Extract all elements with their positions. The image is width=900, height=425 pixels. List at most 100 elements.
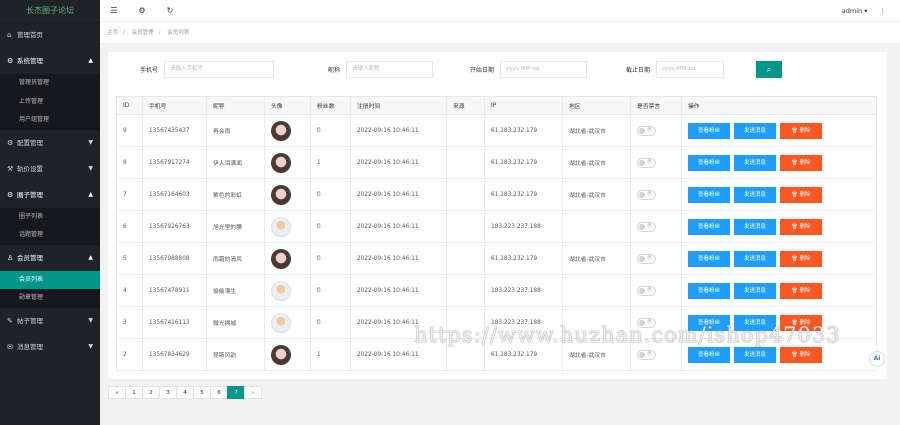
- ai-assistant-button[interactable]: Ai: [869, 351, 885, 367]
- send-message-button[interactable]: 发送消息: [734, 282, 776, 299]
- sidebar-item-1[interactable]: ⚙ 系统管理 ▲: [0, 48, 100, 74]
- mute-toggle[interactable]: 否: [637, 125, 656, 136]
- cell-nick: 昆斯风韵: [206, 338, 265, 371]
- chevron-down-icon[interactable]: ▾: [862, 7, 867, 15]
- view-fans-button[interactable]: 查看粉丝: [688, 346, 730, 363]
- page-button[interactable]: 6: [210, 386, 228, 399]
- view-fans-button[interactable]: 查看粉丝: [688, 282, 730, 299]
- actions-cell: 查看粉丝 发送消息 🗑 删除: [681, 210, 877, 243]
- cell-region: 湖北省-武汉市: [562, 114, 631, 147]
- cell-time: 2022-09-16 10:46:11: [350, 274, 447, 307]
- mute-toggle[interactable]: 否: [637, 285, 656, 296]
- table-row: 9 13567435437 再会雨 0 2022-09-16 10:46:11 61.18…: [116, 114, 877, 147]
- chevron-down-icon: ▼: [88, 138, 93, 146]
- column-header: 昵称: [206, 96, 265, 115]
- cell-id: 6: [116, 210, 143, 243]
- next-page-button[interactable]: ›: [244, 386, 262, 399]
- sidebar-item-3[interactable]: ⚒ 轨价设置 ▼: [0, 156, 100, 182]
- sidebar-item-7[interactable]: ✉ 消息管理 ▼: [0, 334, 100, 360]
- sidebar-item-0[interactable]: ⌂ 管理首页: [0, 22, 100, 48]
- cell-id: 3: [116, 306, 143, 339]
- cell-id: 8: [116, 146, 143, 179]
- send-message-button[interactable]: 发送消息: [734, 250, 776, 267]
- page-button[interactable]: 2: [142, 386, 160, 399]
- gear-icon: ⚙: [7, 138, 14, 147]
- send-message-button[interactable]: 发送消息: [734, 122, 776, 139]
- mute-toggle[interactable]: 否: [637, 221, 656, 232]
- delete-button[interactable]: 🗑 删除: [780, 346, 822, 363]
- sidebar-item-label: 系统管理: [17, 57, 43, 65]
- column-header: 粉丝数: [310, 96, 351, 115]
- breadcrumb-section[interactable]: 会员管理: [132, 30, 154, 36]
- send-message-button[interactable]: 发送消息: [734, 218, 776, 235]
- view-fans-button[interactable]: 查看粉丝: [688, 122, 730, 139]
- start-date-label: 开始日期: [469, 66, 494, 74]
- sidebar-item-5[interactable]: ♙ 会员管理 ▲: [0, 245, 100, 271]
- delete-button[interactable]: 🗑 删除: [780, 250, 822, 267]
- page-button[interactable]: 3: [159, 386, 177, 399]
- send-message-button[interactable]: 发送消息: [734, 346, 776, 363]
- send-message-button[interactable]: 发送消息: [734, 186, 776, 203]
- sidebar-item-2[interactable]: ⚙ 配置管理 ▼: [0, 130, 100, 156]
- view-fans-button[interactable]: 查看粉丝: [688, 186, 730, 203]
- prev-page-button[interactable]: «: [108, 386, 126, 399]
- sidebar-subitem[interactable]: 话题管理: [0, 226, 100, 245]
- refresh-icon[interactable]: ↻: [156, 6, 184, 15]
- home-icon: ⌂: [7, 31, 12, 39]
- view-fans-button[interactable]: 查看粉丝: [688, 218, 730, 235]
- page-button[interactable]: 1: [125, 386, 143, 399]
- sidebar-subitem[interactable]: 上传管理: [0, 93, 100, 112]
- mute-toggle[interactable]: 否: [637, 189, 656, 200]
- delete-button[interactable]: 🗑 删除: [780, 218, 822, 235]
- mute-toggle[interactable]: 否: [637, 253, 656, 264]
- send-message-button[interactable]: 发送消息: [734, 154, 776, 171]
- page-button[interactable]: 5: [193, 386, 211, 399]
- sidebar-subitem[interactable]: 用户组管理: [0, 111, 100, 130]
- avatar: [271, 120, 291, 141]
- settings-icon[interactable]: ⚙: [128, 6, 156, 15]
- sidebar-item-label: 圈子管理: [17, 190, 43, 199]
- app-title: 长杰圈子论坛: [0, 0, 100, 22]
- table-row: 7 13567164603 紫色的彩虹 0 2022-09-16 10:46:11 61.…: [116, 178, 877, 211]
- delete-button[interactable]: 🗑 删除: [780, 282, 822, 299]
- phone-input[interactable]: 请输入手机号: [164, 60, 274, 78]
- mute-toggle[interactable]: 否: [637, 349, 656, 360]
- chevron-down-icon: ▼: [88, 164, 93, 172]
- user-menu: admin ▾ ⋮: [842, 7, 900, 15]
- cell-phone: 13567917274: [142, 146, 207, 179]
- end-date-label: 截止日期: [625, 66, 650, 74]
- mute-cell: 否: [630, 242, 682, 275]
- delete-button[interactable]: 🗑 删除: [780, 154, 822, 171]
- cell-id: 4: [116, 274, 143, 307]
- end-date-input[interactable]: yyyy-MM-dd: [656, 60, 724, 78]
- menu-toggle-icon[interactable]: ☰: [100, 6, 128, 15]
- sidebar-item-6[interactable]: ✎ 帖子管理 ▼: [0, 308, 100, 334]
- sidebar-submenu: 圈子列表 话题管理: [0, 207, 100, 245]
- avatar: [271, 184, 291, 205]
- page-button[interactable]: 4: [176, 386, 194, 399]
- more-icon[interactable]: ⋮: [880, 7, 887, 15]
- cell-fans: 0: [310, 114, 351, 147]
- sidebar-subitem[interactable]: 圈子列表: [0, 208, 100, 227]
- breadcrumb-home[interactable]: 主页: [107, 30, 118, 36]
- sidebar-subitem[interactable]: 管理员管理: [0, 74, 100, 93]
- user-name[interactable]: admin: [842, 7, 862, 15]
- column-header: 来源: [446, 96, 485, 115]
- view-fans-button[interactable]: 查看粉丝: [688, 250, 730, 267]
- page-button[interactable]: 7: [227, 386, 245, 399]
- sidebar-subitem[interactable]: 会员列表: [0, 270, 100, 289]
- start-date-input[interactable]: yyyy-MM-dd: [500, 60, 587, 78]
- sidebar-subitem[interactable]: 勋章管理: [0, 289, 100, 308]
- delete-button[interactable]: 🗑 删除: [780, 186, 822, 203]
- delete-button[interactable]: 🗑 删除: [780, 122, 822, 139]
- view-fans-button[interactable]: 查看粉丝: [688, 154, 730, 171]
- button-label: 查看粉丝: [697, 191, 720, 198]
- cell-phone: 13567988808: [142, 242, 207, 275]
- mute-toggle[interactable]: 否: [637, 157, 656, 168]
- cell-phone: 13567926763: [142, 210, 207, 243]
- nick-input[interactable]: 请输入昵称: [346, 60, 433, 78]
- sidebar-item-4[interactable]: ⚙ 圈子管理 ▲: [0, 182, 100, 208]
- cell-fans: 0: [310, 242, 351, 275]
- avatar: [271, 152, 291, 173]
- search-button[interactable]: ⌕: [756, 60, 782, 78]
